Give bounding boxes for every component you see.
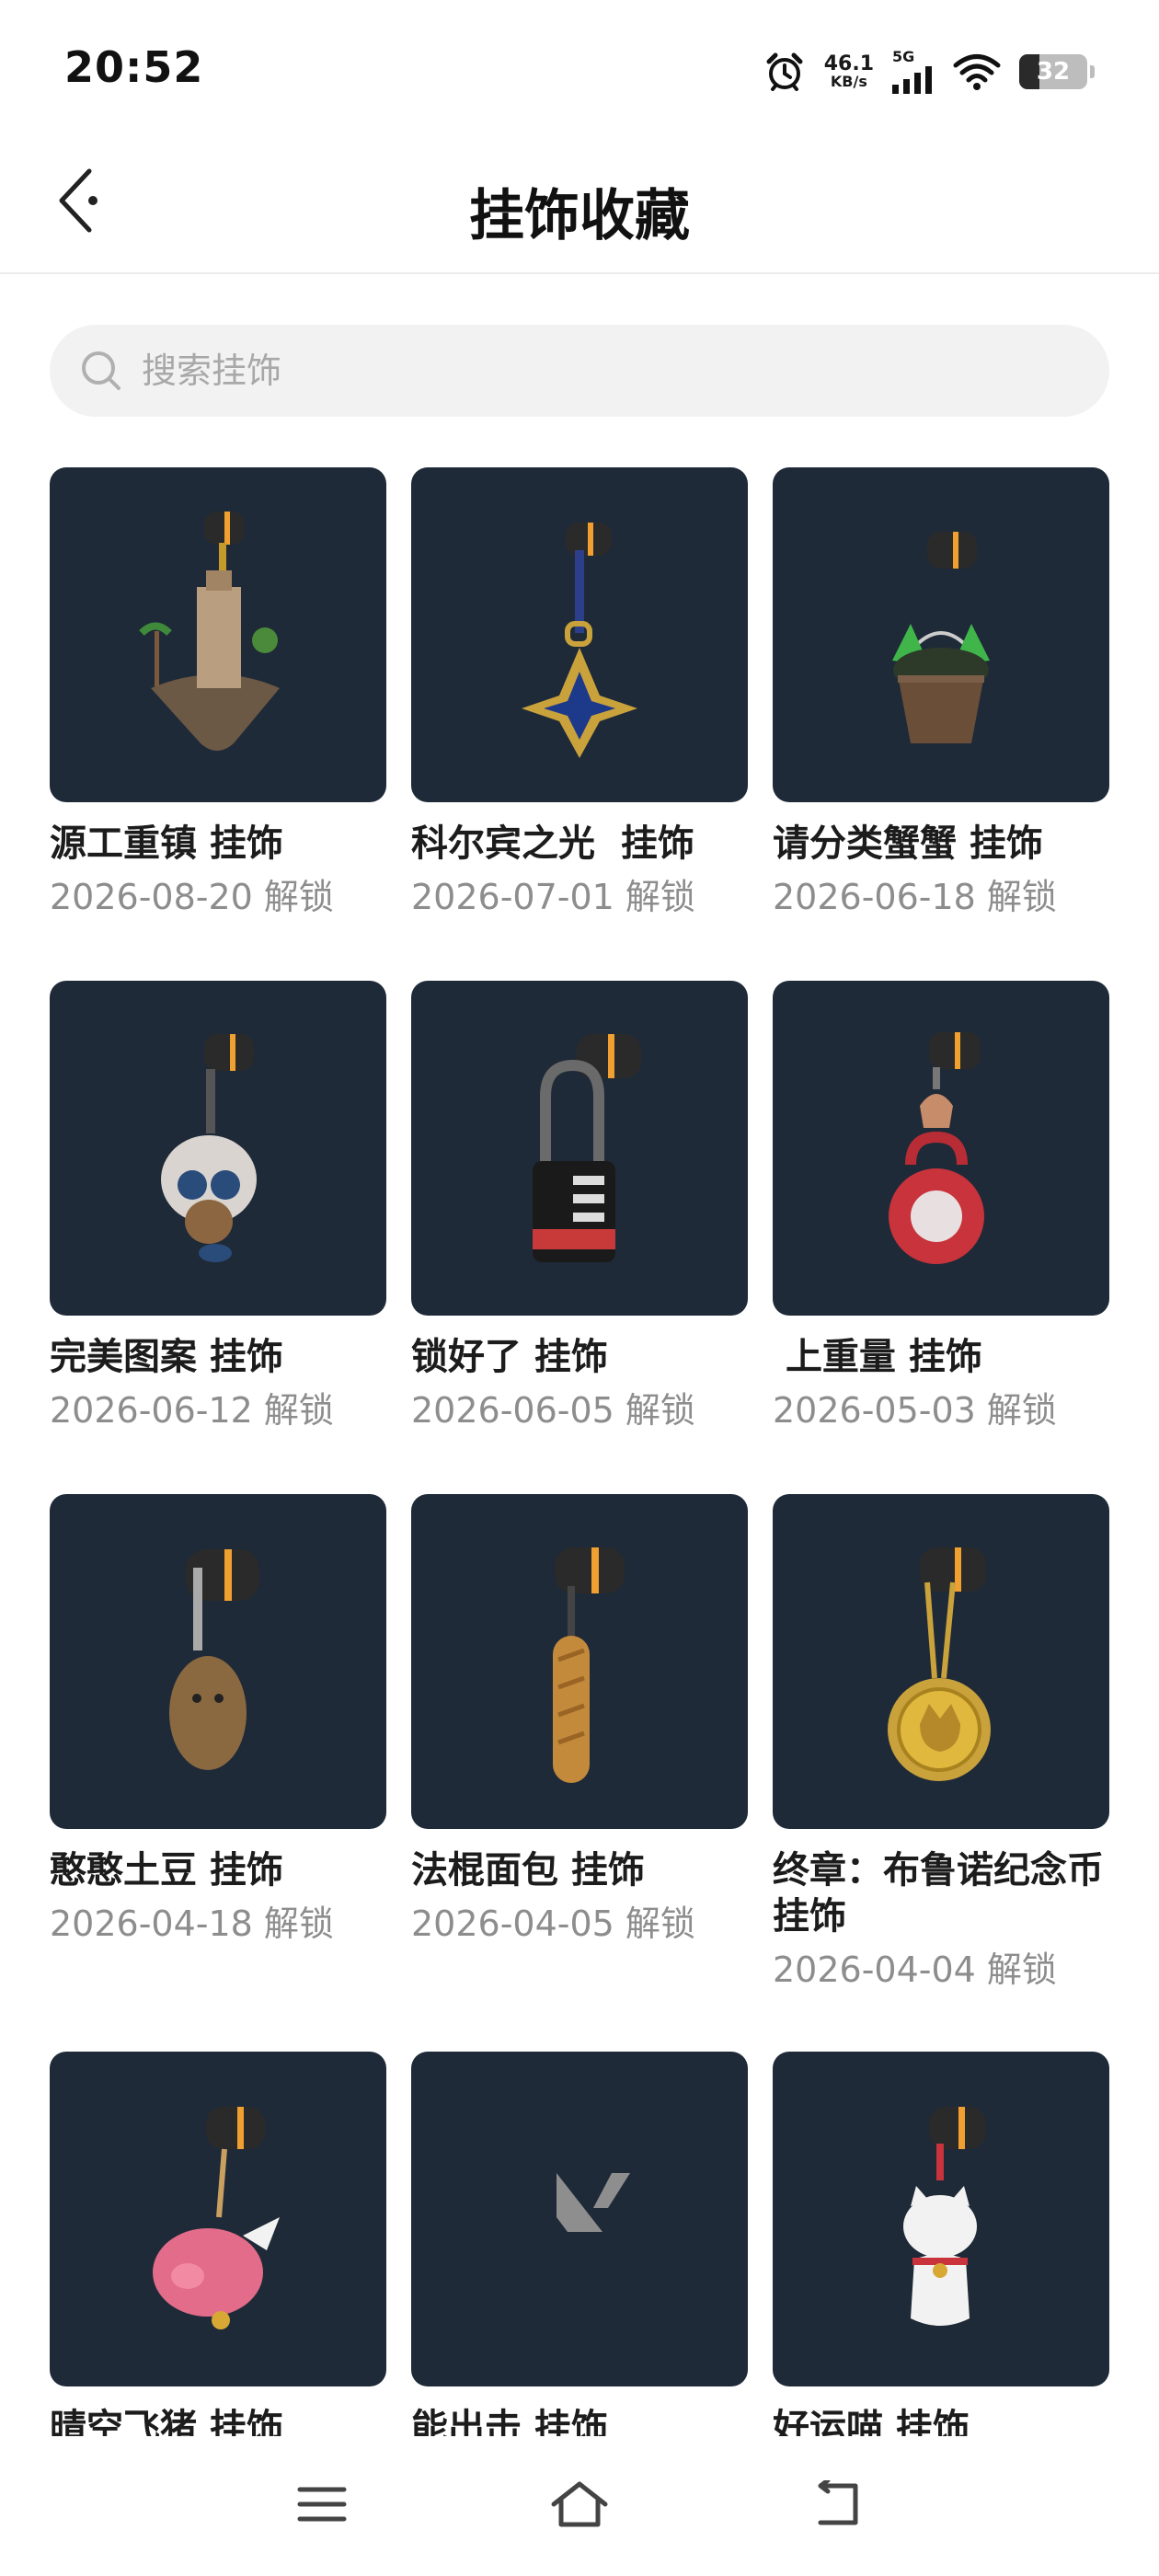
charm-card[interactable]: 憨憨土豆 挂饰 2026-04-18 解锁: [50, 1494, 386, 1947]
menu-icon: [294, 2482, 350, 2530]
battery-level: 32: [1036, 58, 1071, 86]
charm-unlock-date: 2026-06-18 解锁: [773, 877, 1057, 917]
header: 挂饰收藏: [0, 138, 1159, 274]
charm-card[interactable]: 源工重镇 挂饰 2026-08-20 解锁: [50, 467, 386, 920]
charm-unlock-date: 2026-04-18 解锁: [50, 1903, 334, 1944]
charm-unlock-date: 2026-07-01 解锁: [411, 877, 695, 917]
charm-thumbnail-crab-bucket: [773, 467, 1109, 802]
charm-grid: 源工重镇 挂饰 2026-08-20 解锁 科尔宾之光 挂饰 2026-07-0…: [50, 467, 1109, 2436]
charm-unlock-date: 2026-04-05 解锁: [411, 1903, 695, 1944]
battery-icon: 32: [1019, 54, 1087, 89]
net-speed: 46.1 KB/s: [824, 54, 874, 89]
wifi-icon: [953, 53, 1001, 90]
search-icon: [77, 347, 125, 395]
charm-unlock-date: 2026-06-12 解锁: [50, 1390, 334, 1431]
battery-tip: [1090, 65, 1095, 78]
search-input[interactable]: [142, 351, 970, 391]
charm-thumbnail-v-logo: [411, 2052, 748, 2386]
charm-name: 能出击 挂饰: [411, 2407, 608, 2436]
charm-unlock-date: 2026-08-20 解锁: [50, 877, 334, 917]
signal-icon: [892, 66, 935, 94]
menu-button[interactable]: [285, 2469, 359, 2543]
charm-thumbnail-tower-island: [50, 467, 386, 802]
status-time: 20:52: [64, 42, 204, 92]
charm-thumbnail-coin: [773, 1494, 1109, 1829]
charm-name: 好运喵 挂饰: [773, 2407, 970, 2436]
charm-card[interactable]: 上重量 挂饰 2026-05-03 解锁: [773, 981, 1109, 1433]
charm-card[interactable]: 科尔宾之光 挂饰 2026-07-01 解锁: [411, 467, 748, 920]
status-bar: 20:52 46.1 KB/s 5G 32: [0, 0, 1159, 138]
charm-name: 科尔宾之光 挂饰: [411, 822, 694, 865]
charm-thumbnail-baguette: [411, 1494, 748, 1829]
back-icon: [809, 2478, 865, 2532]
charm-thumbnail-potato: [50, 1494, 386, 1829]
charm-card[interactable]: 好运喵 挂饰: [773, 2052, 1109, 2436]
network-type: 5G: [892, 48, 915, 65]
charm-unlock-date: 2026-04-04 解锁: [773, 1949, 1057, 1990]
alarm-icon: [763, 51, 806, 93]
charm-name: 终章：布鲁诺纪念币 挂饰: [773, 1849, 1104, 1938]
charm-unlock-date: 2026-05-03 解锁: [773, 1390, 1057, 1431]
status-icons: 46.1 KB/s 5G 32: [763, 44, 1095, 99]
charm-card[interactable]: 能出击 挂饰: [411, 2052, 748, 2436]
charm-card[interactable]: 晴空飞猪 挂饰: [50, 2052, 386, 2436]
nav-back-button[interactable]: [800, 2469, 874, 2543]
charm-name: 上重量 挂饰: [773, 1336, 982, 1378]
net-speed-value: 46.1: [823, 52, 874, 75]
charm-thumbnail-padlock: [411, 981, 748, 1316]
system-nav-bar: [0, 2436, 1159, 2576]
charm-thumbnail-star-pendant: [411, 467, 748, 802]
home-icon: [548, 2478, 611, 2534]
home-button[interactable]: [543, 2469, 616, 2543]
charm-thumbnail-flying-pig: [50, 2052, 386, 2386]
charm-name: 法棍面包 挂饰: [411, 1849, 645, 1892]
charm-card[interactable]: 完美图案 挂饰 2026-06-12 解锁: [50, 981, 386, 1433]
signal-group: 5G: [892, 50, 935, 94]
charm-name: 晴空飞猪 挂饰: [50, 2407, 283, 2436]
search-bar[interactable]: [50, 325, 1109, 417]
net-speed-unit: KB/s: [830, 73, 867, 90]
charm-name: 源工重镇 挂饰: [50, 822, 283, 865]
charm-unlock-date: 2026-06-05 解锁: [411, 1390, 695, 1431]
charm-name: 锁好了 挂饰: [411, 1336, 608, 1378]
charm-thumbnail-lucky-cat: [773, 2052, 1109, 2386]
charm-name: 憨憨土豆 挂饰: [50, 1849, 283, 1892]
page-title: 挂饰收藏: [469, 184, 690, 248]
charm-name: 完美图案 挂饰: [50, 1336, 283, 1378]
charm-card[interactable]: 锁好了 挂饰 2026-06-05 解锁: [411, 981, 748, 1433]
charm-name: 请分类蟹蟹 挂饰: [773, 822, 1043, 865]
charm-card[interactable]: 终章：布鲁诺纪念币 挂饰 2026-04-04 解锁: [773, 1494, 1109, 1993]
charm-thumbnail-owl-doll: [50, 981, 386, 1316]
charm-thumbnail-kettlebell: [773, 981, 1109, 1316]
charm-card[interactable]: 法棍面包 挂饰 2026-04-05 解锁: [411, 1494, 748, 1947]
charm-card[interactable]: 请分类蟹蟹 挂饰 2026-06-18 解锁: [773, 467, 1109, 920]
